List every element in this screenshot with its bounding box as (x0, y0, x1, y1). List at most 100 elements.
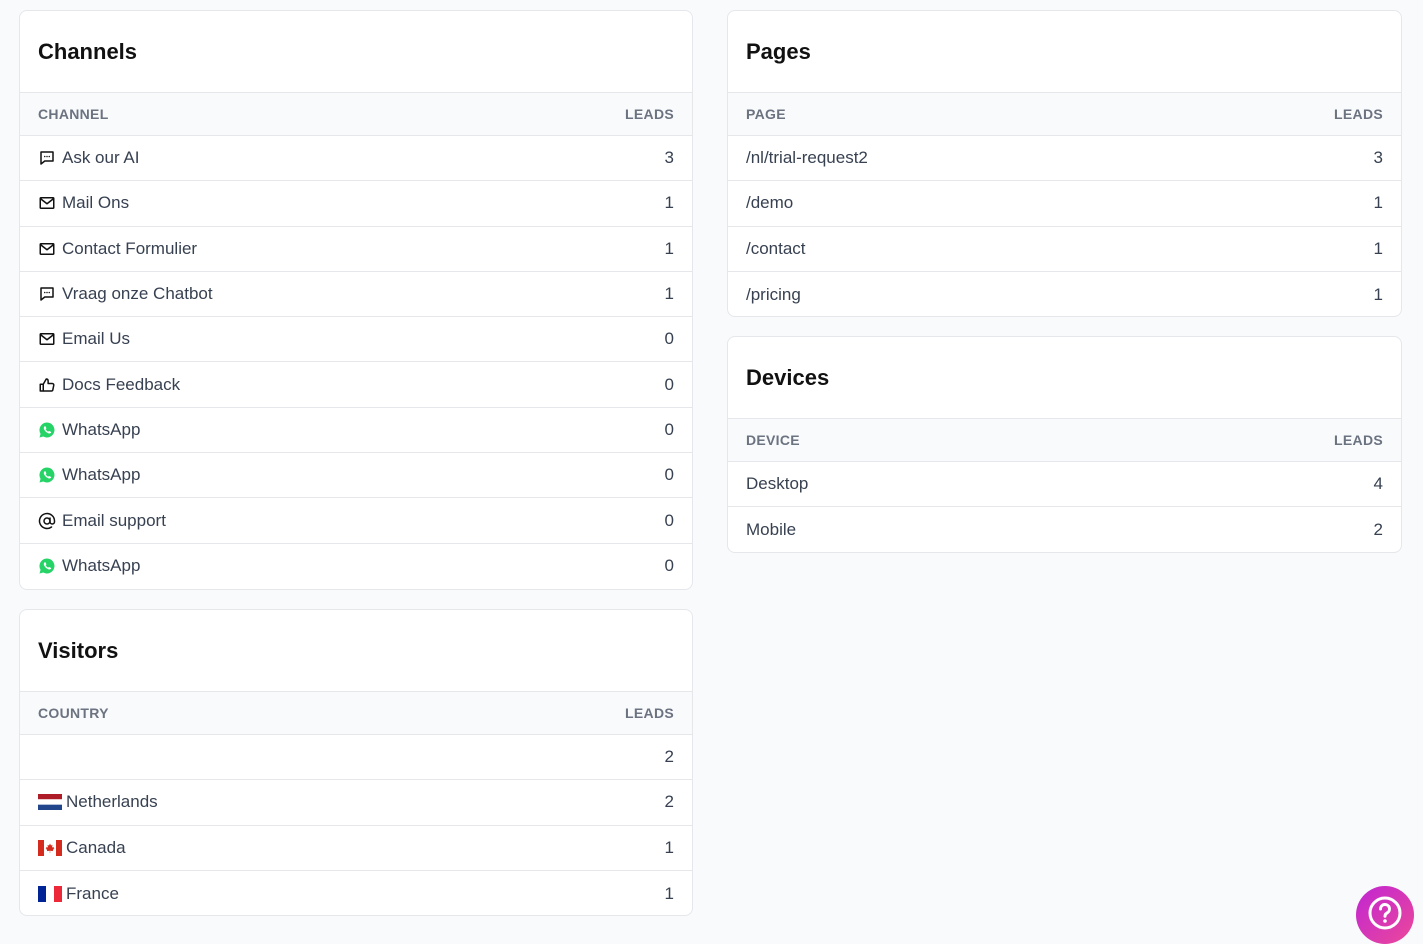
country-row: 2 (20, 735, 692, 781)
channel-row-label: Ask our AI (62, 148, 140, 168)
channel-row: WhatsApp 0 (20, 453, 692, 499)
pages-table-header: PAGE LEADS (728, 93, 1401, 136)
page-row-label: /nl/trial-request2 (746, 148, 868, 168)
country-row-leads-count: 2 (664, 747, 674, 767)
country-row-label-cell: Netherlands (38, 792, 158, 812)
page-row-label-cell: /contact (746, 239, 806, 259)
channel-row-label-cell: Email Us (38, 329, 130, 349)
channel-row-label: Mail Ons (62, 193, 130, 213)
page-row-leads-count: 1 (1373, 284, 1383, 304)
country-row-label-cell: France (38, 884, 119, 904)
channel-row: Email support 0 (20, 498, 692, 544)
chat-icon (38, 285, 56, 303)
channel-column-header: CHANNEL (38, 106, 109, 122)
visitors-card: Visitors COUNTRY LEADS 2 Netherlands 2 Cana… (19, 609, 693, 916)
at-sign-icon (38, 512, 56, 530)
country-row-label: Canada (66, 837, 126, 857)
envelope-icon (38, 194, 56, 212)
channel-row-label: WhatsApp (62, 465, 141, 485)
devices-title: Devices (728, 337, 1401, 419)
channel-row-label: Email Us (62, 329, 131, 349)
question-mark-icon (1365, 893, 1405, 938)
help-button[interactable] (1356, 886, 1414, 944)
page-row: /contact 1 (728, 227, 1401, 272)
channel-row-leads-count: 1 (664, 284, 674, 304)
netherlands-flag-icon (38, 794, 62, 811)
device-row-leads-count: 2 (1373, 519, 1383, 539)
page-row-label-cell: /nl/trial-request2 (746, 148, 868, 168)
channel-row-leads-count: 0 (664, 329, 674, 349)
page-row-label-cell: /pricing (746, 285, 801, 305)
country-row-label-cell: Canada (38, 838, 126, 858)
channel-row-leads-count: 0 (664, 510, 674, 530)
country-row-leads-count: 1 (664, 837, 674, 857)
channels-table-body: Ask our AI 3 Mail Ons 1 Contact Formulier 1 Vr… (20, 136, 692, 589)
leads-column-header: LEADS (625, 106, 674, 122)
country-row-label: France (66, 883, 119, 903)
channel-row-leads-count: 1 (664, 238, 674, 258)
country-row-label: Netherlands (66, 792, 158, 812)
channel-row-label: Vraag onze Chatbot (62, 284, 213, 304)
devices-card: Devices DEVICE LEADS Desktop 4 Mobile 2 (727, 336, 1402, 553)
channels-table-header: CHANNEL LEADS (20, 93, 692, 136)
devices-table-header: DEVICE LEADS (728, 419, 1401, 462)
device-row: Mobile 2 (728, 507, 1401, 552)
channel-row-label-cell: WhatsApp (38, 420, 140, 440)
channel-row: Vraag onze Chatbot 1 (20, 272, 692, 318)
channel-row: Ask our AI 3 (20, 136, 692, 182)
device-row: Desktop 4 (728, 462, 1401, 508)
envelope-icon (38, 240, 56, 258)
channel-row-leads-count: 0 (664, 465, 674, 485)
devices-table-body: Desktop 4 Mobile 2 (728, 462, 1401, 552)
channel-row-leads-count: 0 (664, 556, 674, 576)
country-column-header: COUNTRY (38, 705, 109, 721)
channel-row-label-cell: WhatsApp (38, 556, 140, 576)
whatsapp-icon (38, 421, 56, 439)
channel-row-label-cell: Vraag onze Chatbot (38, 284, 213, 304)
page-row-label: /demo (746, 193, 794, 213)
pages-title: Pages (728, 11, 1401, 93)
device-column-header: DEVICE (746, 432, 800, 448)
channel-row-label-cell: Email support (38, 511, 166, 531)
channel-row-label: WhatsApp (62, 556, 141, 576)
channel-row-leads-count: 0 (664, 374, 674, 394)
page-row-leads-count: 3 (1373, 148, 1383, 168)
page-row: /pricing 1 (728, 272, 1401, 316)
whatsapp-icon (38, 557, 56, 575)
leads-column-header: LEADS (1334, 106, 1383, 122)
channel-row: Mail Ons 1 (20, 181, 692, 227)
channel-row-leads-count: 1 (664, 193, 674, 213)
pages-table-body: /nl/trial-request2 3/demo 1/contact 1/prici… (728, 136, 1401, 316)
channel-row-label-cell: WhatsApp (38, 465, 140, 485)
channel-row: Email Us 0 (20, 317, 692, 363)
device-row-label-cell: Desktop (746, 474, 808, 494)
channels-title: Channels (20, 11, 692, 93)
channel-row: Docs Feedback 0 (20, 362, 692, 408)
whatsapp-icon (38, 466, 56, 484)
channel-row-label: WhatsApp (62, 419, 141, 439)
channel-row-label: Contact Formulier (62, 238, 198, 258)
country-row: Netherlands 2 (20, 780, 692, 826)
device-row-label: Mobile (746, 519, 797, 539)
page-column-header: PAGE (746, 106, 786, 122)
channel-row-label-cell: Docs Feedback (38, 375, 180, 395)
page-row: /nl/trial-request2 3 (728, 136, 1401, 182)
visitors-table-header: COUNTRY LEADS (20, 692, 692, 735)
page-row-label-cell: /demo (746, 193, 793, 213)
country-row-leads-count: 2 (664, 792, 674, 812)
channel-row: WhatsApp 0 (20, 408, 692, 454)
page-row-label: /pricing (746, 284, 801, 304)
country-row: France 1 (20, 871, 692, 915)
pages-card: Pages PAGE LEADS /nl/trial-request2 3/dem… (727, 10, 1402, 317)
page-row-leads-count: 1 (1373, 193, 1383, 213)
canada-flag-icon (38, 839, 62, 856)
france-flag-icon (38, 885, 62, 902)
page-row: /demo 1 (728, 181, 1401, 227)
visitors-title: Visitors (20, 610, 692, 692)
channel-row-label-cell: Contact Formulier (38, 239, 197, 259)
device-row-label: Desktop (746, 474, 809, 494)
device-row-label-cell: Mobile (746, 520, 796, 540)
channel-row-leads-count: 0 (664, 419, 674, 439)
channel-row-label: Docs Feedback (62, 374, 181, 394)
leads-column-header: LEADS (625, 705, 674, 721)
